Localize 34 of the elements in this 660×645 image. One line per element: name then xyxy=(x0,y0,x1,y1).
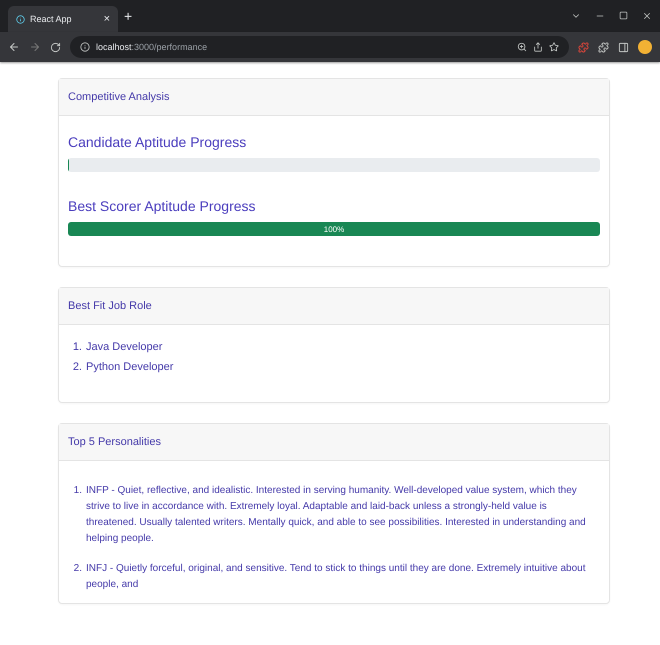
reload-icon[interactable] xyxy=(50,42,61,52)
personality-item: INFP - Quiet, reflective, and idealistic. Interested in serving humanity. Well-developed value system, which they strive to live in accordance with. Extremely loyal. Adaptable and laid-back unless a strongly-held value is threatened. Usually talented writers. Mentally quick, and able to see possibilities. Interested in understanding and helping people. xyxy=(86,484,587,546)
job-role-item: Python Developer xyxy=(86,360,174,375)
extension-icon[interactable] xyxy=(578,42,589,52)
personality-item: INFJ - Quietly forceful, original, and sensitive. Tend to stick to things until they are done. Extremely intuitive about people, and xyxy=(86,562,587,592)
share-icon[interactable] xyxy=(533,42,543,52)
tab-title: React App xyxy=(30,14,73,24)
maximize-icon[interactable] xyxy=(619,11,628,21)
star-icon[interactable] xyxy=(549,42,559,52)
browser-tab[interactable]: React App × xyxy=(8,6,118,32)
info-icon xyxy=(80,42,90,52)
card-header: Best Fit Job Role xyxy=(59,288,609,325)
url-path: :3000/performance xyxy=(132,42,208,52)
profile-avatar[interactable] xyxy=(638,40,652,54)
new-tab-button[interactable]: + xyxy=(124,8,132,24)
list-number: 2. xyxy=(72,562,82,576)
list-number: 2. xyxy=(72,360,82,375)
job-role-item: Java Developer xyxy=(86,340,164,355)
puzzle-icon[interactable] xyxy=(598,42,609,52)
close-icon[interactable] xyxy=(642,11,652,21)
zoom-icon[interactable] xyxy=(517,42,527,52)
address-bar[interactable]: localhost:3000/performance xyxy=(70,36,569,58)
side-panel-icon[interactable] xyxy=(618,42,629,52)
progress-title: Candidate Aptitude Progress xyxy=(68,134,248,150)
progress-title: Best Scorer Aptitude Progress xyxy=(68,198,257,214)
list-number: 1. xyxy=(72,484,82,498)
card-header: Top 5 Personalities xyxy=(59,424,609,462)
back-icon[interactable] xyxy=(8,41,20,53)
tab-close-button[interactable]: × xyxy=(104,13,110,25)
list-number: 1. xyxy=(72,340,82,355)
url-host: localhost xyxy=(96,42,132,52)
forward-icon[interactable] xyxy=(29,41,41,53)
progress-fill: 100% xyxy=(68,222,600,236)
card-header: Competitive Analysis xyxy=(59,79,609,116)
